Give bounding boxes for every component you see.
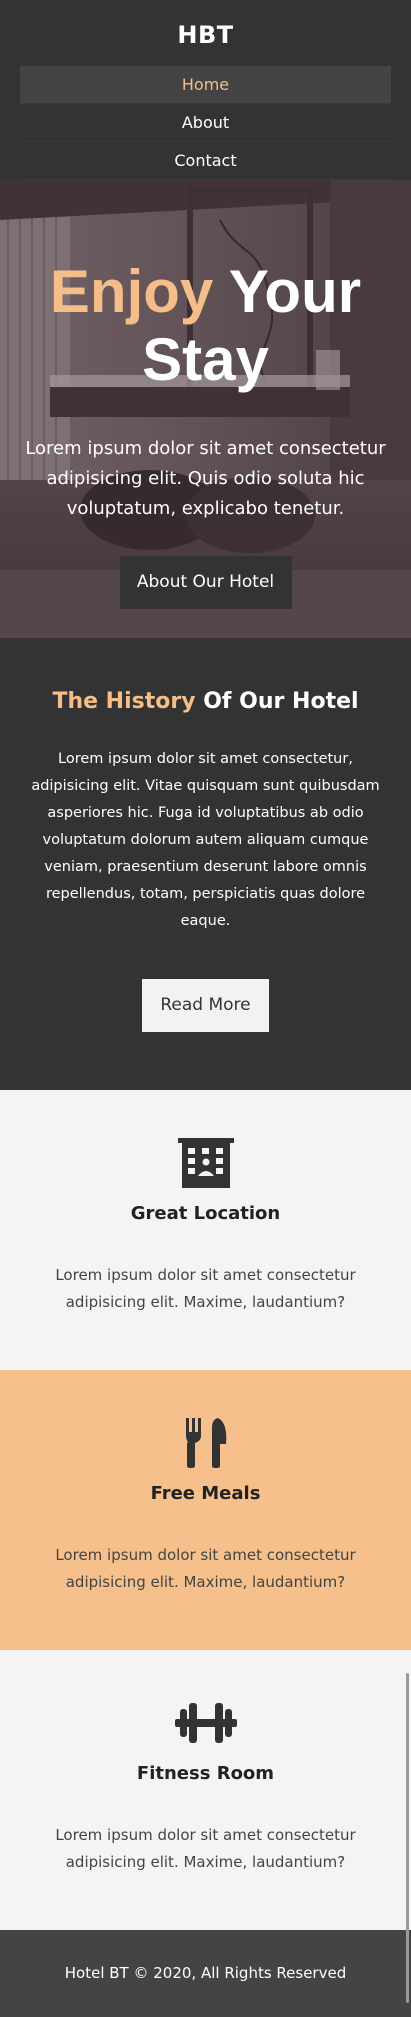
brand-logo[interactable]: HBT (0, 18, 411, 52)
feature-description: Lorem ipsum dolor sit amet consectetur a… (55, 1826, 356, 1871)
feature-fitness-room: Fitness Room Lorem ipsum dolor sit amet … (0, 1650, 411, 1930)
dumbbell-icon (174, 1703, 237, 1743)
site-header: HBT Home About Contact (0, 0, 411, 180)
feature-title: Fitness Room (136, 1763, 275, 1784)
nav-item-home[interactable]: Home (20, 66, 391, 104)
feature-free-meals: Free Meals Lorem ipsum dolor sit amet co… (0, 1370, 411, 1650)
history-title-rest: Of Our Hotel (203, 689, 359, 714)
feature-great-location: Great Location Lorem ipsum dolor sit ame… (0, 1090, 411, 1370)
site-footer: Hotel BT © 2020, All Rights Reserved (0, 1930, 411, 2017)
hotel-icon (177, 1138, 234, 1188)
feature-title: Great Location (130, 1203, 281, 1224)
about-hotel-button[interactable]: About Our Hotel (119, 556, 292, 609)
hero-title-accent: Enjoy (49, 258, 214, 325)
hero-title-line2: Stay (142, 326, 269, 393)
nav-item-about[interactable]: About (20, 104, 391, 142)
hero-content: Enjoy Your Stay Lorem ipsum dolor sit am… (0, 180, 411, 609)
history-description: Lorem ipsum dolor sit amet consectetur, … (31, 751, 380, 929)
hero-title-rest: Your (228, 258, 362, 325)
history-title: The History Of Our Hotel (0, 686, 411, 718)
feature-title: Free Meals (150, 1483, 261, 1504)
feature-description: Lorem ipsum dolor sit amet consectetur a… (55, 1266, 356, 1311)
hero-description: Lorem ipsum dolor sit amet consectetur a… (25, 438, 386, 519)
hero-title: Enjoy Your Stay (0, 258, 411, 394)
utensils-icon (185, 1418, 226, 1468)
nav-item-contact[interactable]: Contact (20, 142, 391, 180)
scrollbar-thumb[interactable] (406, 1673, 409, 2003)
main-nav: Home About Contact (0, 66, 411, 180)
feature-description: Lorem ipsum dolor sit amet consectetur a… (55, 1546, 356, 1591)
read-more-button[interactable]: Read More (142, 979, 269, 1032)
history-section: The History Of Our Hotel Lorem ipsum dol… (0, 638, 411, 1090)
history-title-accent: The History (52, 689, 196, 714)
hero-section: Enjoy Your Stay Lorem ipsum dolor sit am… (0, 180, 411, 638)
copyright-text: Hotel BT © 2020, All Rights Reserved (64, 1964, 347, 1982)
